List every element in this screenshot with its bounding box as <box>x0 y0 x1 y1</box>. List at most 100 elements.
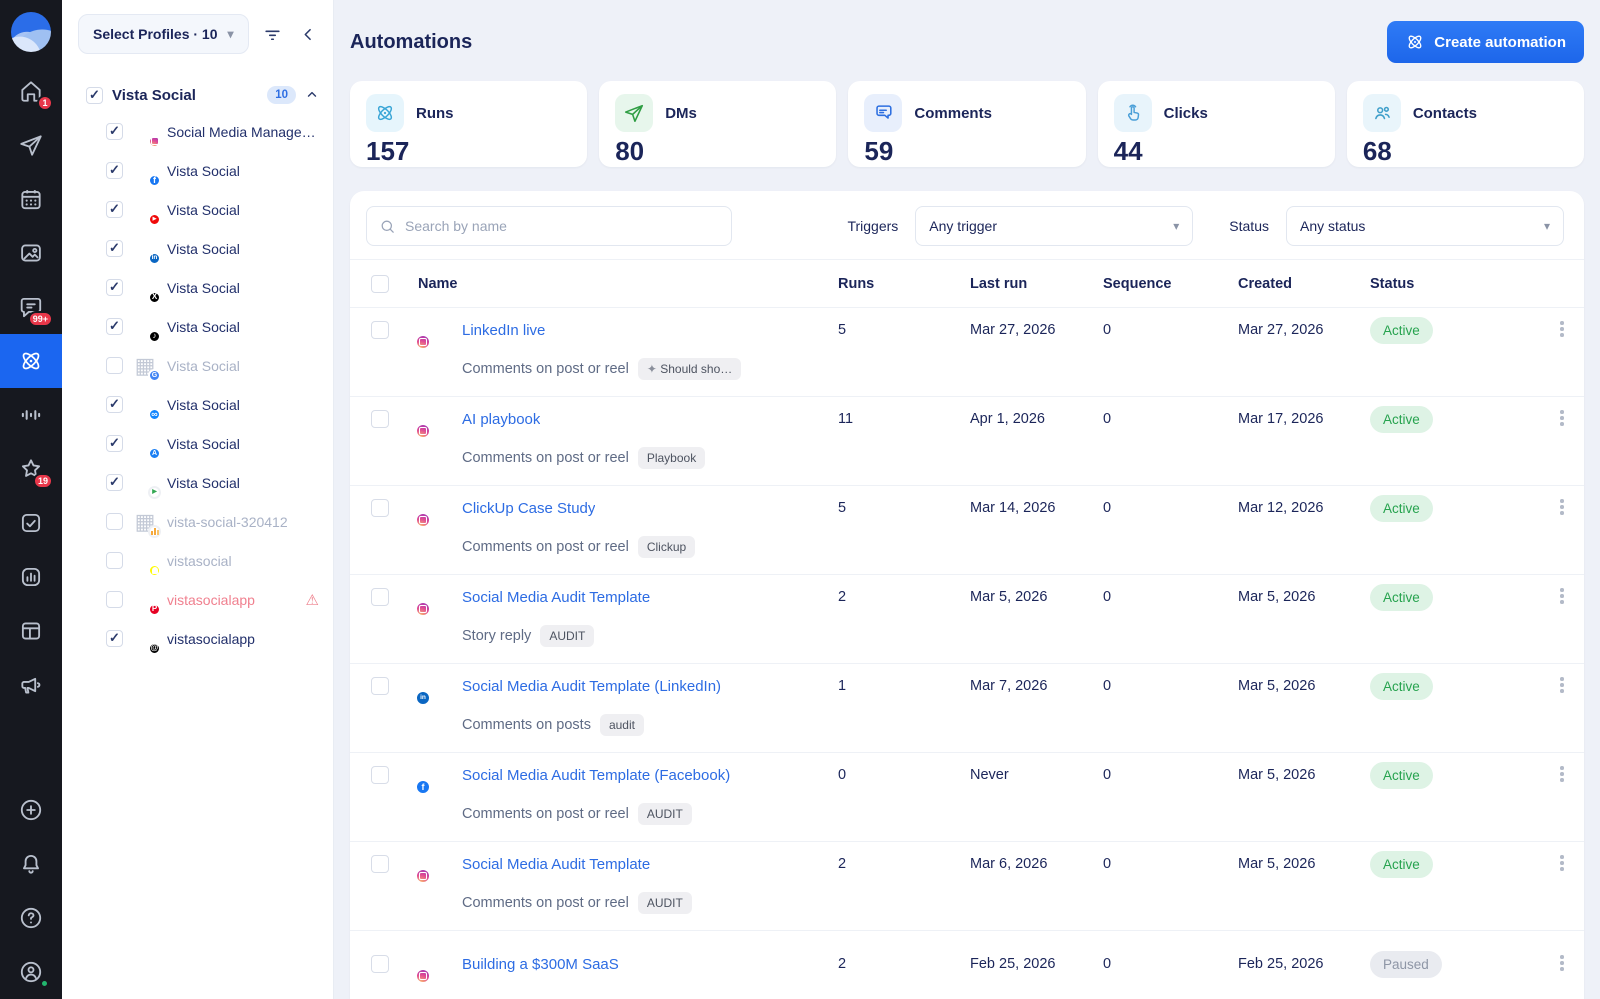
profile-list-item[interactable]: Vista Social ⚠ <box>62 307 333 346</box>
row-checkbox[interactable] <box>371 321 389 339</box>
row-checkbox[interactable] <box>371 499 389 517</box>
sidebar-item-listening[interactable] <box>0 388 62 442</box>
row-menu-button[interactable] <box>1552 320 1572 340</box>
row-checkbox[interactable] <box>371 588 389 606</box>
automation-name-link[interactable]: Social Media Audit Template (Facebook) <box>462 767 730 784</box>
status-filter-dropdown[interactable]: Any status ▾ <box>1286 206 1564 246</box>
created-value: Feb 25, 2026 <box>1238 956 1324 972</box>
sidebar-item-notifications[interactable] <box>0 837 62 891</box>
sidebar-item-help[interactable] <box>0 891 62 945</box>
profile-list-item[interactable]: Vista Social ⚠ <box>62 229 333 268</box>
platform-badge-icon <box>415 779 431 795</box>
trigger-filter-dropdown[interactable]: Any trigger ▾ <box>915 206 1194 246</box>
profile-list-item[interactable]: Vista Social ⚠ <box>62 190 333 229</box>
filter-button[interactable] <box>259 21 285 47</box>
row-checkbox[interactable] <box>371 766 389 784</box>
select-all-checkbox[interactable] <box>371 274 389 293</box>
search-input[interactable] <box>405 218 719 234</box>
collapse-group-button[interactable] <box>305 88 319 102</box>
profile-checkbox[interactable] <box>106 123 123 140</box>
profile-name: Social Media Managem… <box>167 123 319 140</box>
sidebar-item-home[interactable]: 1 <box>0 64 62 118</box>
profile-list-item[interactable]: Vista Social ⚠ <box>62 268 333 307</box>
sidebar-item-account[interactable] <box>0 945 62 999</box>
row-checkbox[interactable] <box>371 677 389 695</box>
search-box <box>366 206 732 246</box>
automation-name-link[interactable]: Social Media Audit Template <box>462 589 650 606</box>
profile-avatar <box>132 197 161 226</box>
profile-checkbox[interactable] <box>106 591 123 608</box>
row-menu-button[interactable] <box>1552 854 1572 874</box>
collapse-panel-button[interactable] <box>295 21 321 47</box>
profile-list-item[interactable]: vista-social-320412 ⚠ <box>62 502 333 541</box>
profile-checkbox[interactable] <box>106 240 123 257</box>
stat-value: 68 <box>1362 136 1392 166</box>
profile-list-item[interactable]: vistasocialapp ⚠ <box>62 580 333 619</box>
create-automation-button[interactable]: Create automation <box>1387 21 1584 63</box>
created-value: Mar 17, 2026 <box>1238 411 1324 427</box>
row-menu-button[interactable] <box>1552 498 1572 518</box>
platform-badge-icon <box>148 563 161 577</box>
vista-social-logo[interactable] <box>0 0 62 64</box>
profile-checkbox[interactable] <box>106 396 123 413</box>
profile-checkbox[interactable] <box>106 513 123 530</box>
automation-name-link[interactable]: LinkedIn live <box>462 322 545 339</box>
group-checkbox[interactable] <box>86 86 103 104</box>
profile-list-item[interactable]: Vista Social ⚠ <box>62 424 333 463</box>
sidebar-item-reports[interactable] <box>0 550 62 604</box>
chevron-down-icon: ▾ <box>1543 219 1550 233</box>
row-checkbox[interactable] <box>371 855 389 873</box>
automation-name-link[interactable]: Building a $300M SaaS <box>462 956 619 973</box>
profile-checkbox[interactable] <box>106 279 123 296</box>
profile-avatar <box>132 236 161 265</box>
row-checkbox[interactable] <box>371 410 389 428</box>
profile-checkbox[interactable] <box>106 201 123 218</box>
sidebar-item-automations[interactable] <box>0 334 62 388</box>
automation-avatar <box>415 847 452 884</box>
profile-checkbox[interactable] <box>106 552 123 569</box>
profile-avatar <box>132 431 161 460</box>
sidebar-item-add[interactable] <box>0 783 62 837</box>
sidebar-item-reviews[interactable]: 19 <box>0 442 62 496</box>
stat-value: 80 <box>615 136 645 166</box>
profile-avatar <box>132 158 161 187</box>
automation-name-link[interactable]: Social Media Audit Template <box>462 856 650 873</box>
people-icon <box>1362 94 1401 132</box>
row-menu-button[interactable] <box>1552 765 1572 785</box>
select-profiles-button[interactable]: Select Profiles · 10 ▾ <box>78 14 249 54</box>
profile-list-item[interactable]: Vista Social ⚠ <box>62 346 333 385</box>
sidebar-item-media[interactable] <box>0 226 62 280</box>
sidebar-item-publish[interactable] <box>0 118 62 172</box>
row-menu-button[interactable] <box>1552 954 1572 974</box>
column-header-name: Name <box>418 275 458 292</box>
profile-list-item[interactable]: vistasocialapp ⚠ <box>62 619 333 658</box>
sidebar-item-tasks[interactable] <box>0 496 62 550</box>
automation-name-link[interactable]: AI playbook <box>462 411 540 428</box>
trigger-description: Story reply <box>462 628 532 644</box>
automation-avatar <box>415 758 452 795</box>
profile-list-item[interactable]: Vista Social ⚠ <box>62 463 333 502</box>
calendar-icon <box>21 190 41 210</box>
created-value: Mar 5, 2026 <box>1238 767 1316 783</box>
automation-name-link[interactable]: Social Media Audit Template (LinkedIn) <box>462 678 721 695</box>
sidebar-item-dashboard[interactable] <box>0 604 62 658</box>
row-menu-button[interactable] <box>1552 409 1572 429</box>
profile-checkbox[interactable] <box>106 474 123 491</box>
row-checkbox[interactable] <box>371 955 389 973</box>
automation-name-link[interactable]: ClickUp Case Study <box>462 500 595 517</box>
profile-checkbox[interactable] <box>106 630 123 647</box>
profile-checkbox[interactable] <box>106 435 123 452</box>
profile-checkbox[interactable] <box>106 318 123 335</box>
sidebar-item-calendar[interactable] <box>0 172 62 226</box>
profile-name: vistasocial <box>167 552 232 569</box>
row-menu-button[interactable] <box>1552 587 1572 607</box>
profile-checkbox[interactable] <box>106 162 123 179</box>
profile-checkbox[interactable] <box>106 357 123 374</box>
profile-list-item[interactable]: Social Media Managem… ⚠ <box>62 112 333 151</box>
profile-list-item[interactable]: vistasocial ⚠ <box>62 541 333 580</box>
profile-list-item[interactable]: Vista Social ⚠ <box>62 151 333 190</box>
profile-list-item[interactable]: Vista Social ⚠ <box>62 385 333 424</box>
row-menu-button[interactable] <box>1552 676 1572 696</box>
sidebar-item-advocacy[interactable] <box>0 658 62 712</box>
sidebar-item-inbox[interactable]: 99+ <box>0 280 62 334</box>
